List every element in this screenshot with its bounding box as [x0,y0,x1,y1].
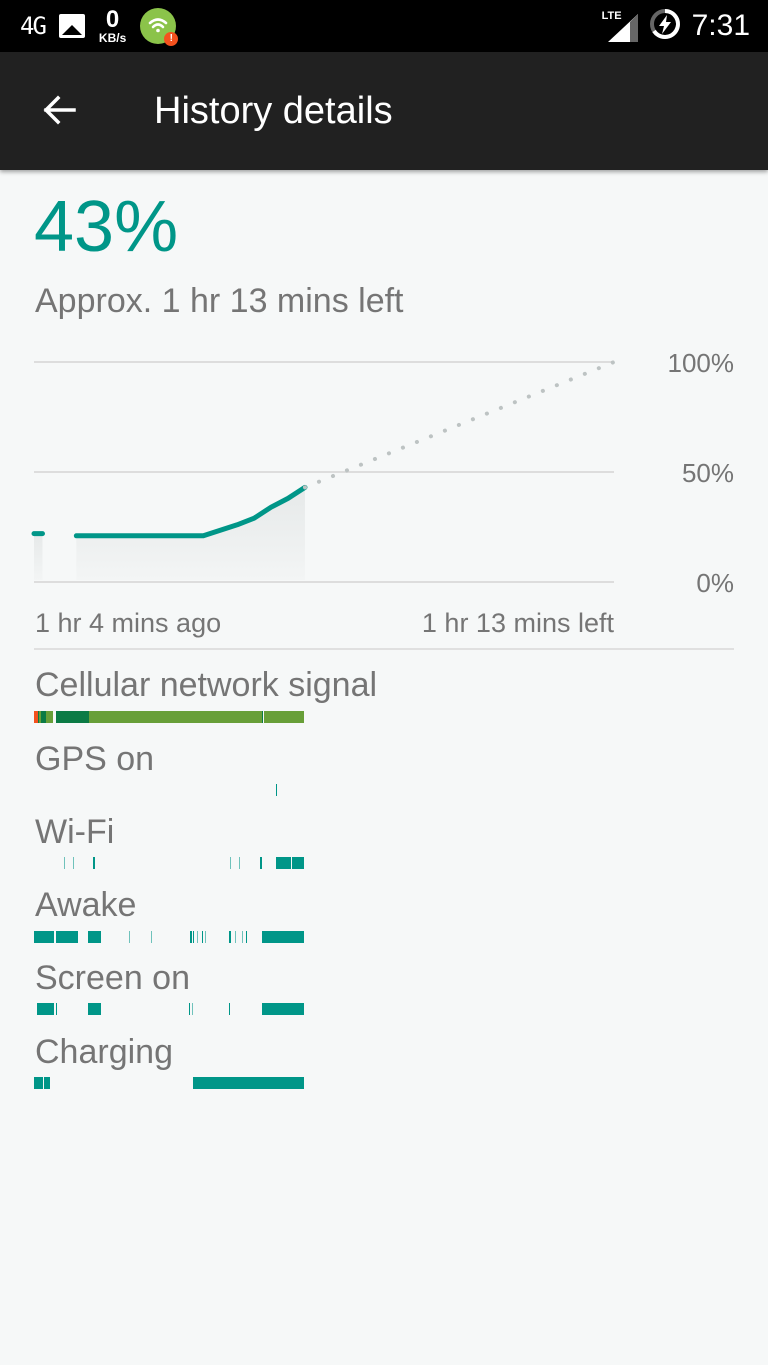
history-segment [245,931,248,943]
history-row-track [34,1003,304,1015]
y-tick-label: 100% [667,348,735,378]
history-segment [129,931,131,943]
history-segment [36,1003,54,1015]
4g-icon: 4G [20,12,47,40]
history-segment [261,1003,304,1015]
history-segment [275,857,292,869]
history-segment [188,1003,191,1015]
lte-signal-icon: LTE [602,10,638,42]
history-segment [150,931,152,943]
y-tick-label: 0% [696,568,734,598]
history-segment [88,1003,101,1015]
status-bar: 4G 0 KB/s ! LTE 7:31 [0,0,768,52]
history-segment [88,931,101,943]
history-row-label: Charging [35,1033,173,1071]
history-segment [259,857,262,869]
back-button[interactable] [36,86,84,134]
arrow-back-icon [43,95,76,125]
history-segment [292,857,304,869]
history-row-label: Screen on [35,959,190,997]
history-area-fill [34,533,43,580]
clock: 7:31 [691,9,750,42]
history-segment [93,857,95,869]
speed-value: 0 [105,6,120,33]
history-segment [89,711,262,723]
history-segment [228,931,232,943]
history-segment [34,1077,43,1089]
history-segment [193,1077,304,1089]
history-segment [191,1003,194,1015]
network-speed-icon: 0 KB/s [98,6,127,45]
history-row-track [34,931,304,943]
history-segment [55,931,78,943]
history-row-track [34,711,304,723]
y-tick-label: 50% [681,458,734,488]
wifi-alert-app-icon: ! [140,8,179,46]
history-segment [55,1003,57,1015]
history-segment [193,931,195,943]
history-row-label: Wi-Fi [35,813,115,851]
history-segment [238,857,240,869]
history-segment [234,931,236,943]
history-segment [197,931,199,943]
history-segment [45,711,53,723]
history-segment [241,931,243,943]
alert-badge: ! [164,32,179,46]
history-row-track [34,1077,304,1089]
history-segment [204,931,206,943]
history-segment [63,857,66,869]
battery-history-chart [31,360,616,583]
history-segment [230,857,232,869]
speed-unit: KB/s [98,31,127,45]
prediction-line [302,360,616,490]
x-end-label: 1 hr 13 mins left [421,608,614,638]
history-row-label: Awake [35,886,137,924]
history-segment [55,711,90,723]
history-row-label: Cellular network signal [35,666,378,704]
battery-percentage: 43% [34,187,179,267]
app-bar: History details [0,52,768,170]
history-segment [201,931,204,943]
history-segment [72,857,74,869]
divider [34,648,734,650]
history-segment [190,931,192,943]
battery-charging-icon [648,7,682,46]
history-segment [228,1003,231,1015]
image-notification-icon [58,14,85,38]
battery-time-remaining: Approx. 1 hr 13 mins left [35,282,404,320]
history-row-track [34,857,304,869]
history-segment [275,784,277,796]
x-start-label: 1 hr 4 mins ago [35,608,222,638]
page-title: History details [154,90,393,132]
history-segment [263,711,304,723]
history-segment [261,931,304,943]
history-segment [34,931,54,943]
history-row-label: GPS on [35,740,155,778]
history-segment [43,1077,50,1089]
history-row-track [34,784,304,796]
